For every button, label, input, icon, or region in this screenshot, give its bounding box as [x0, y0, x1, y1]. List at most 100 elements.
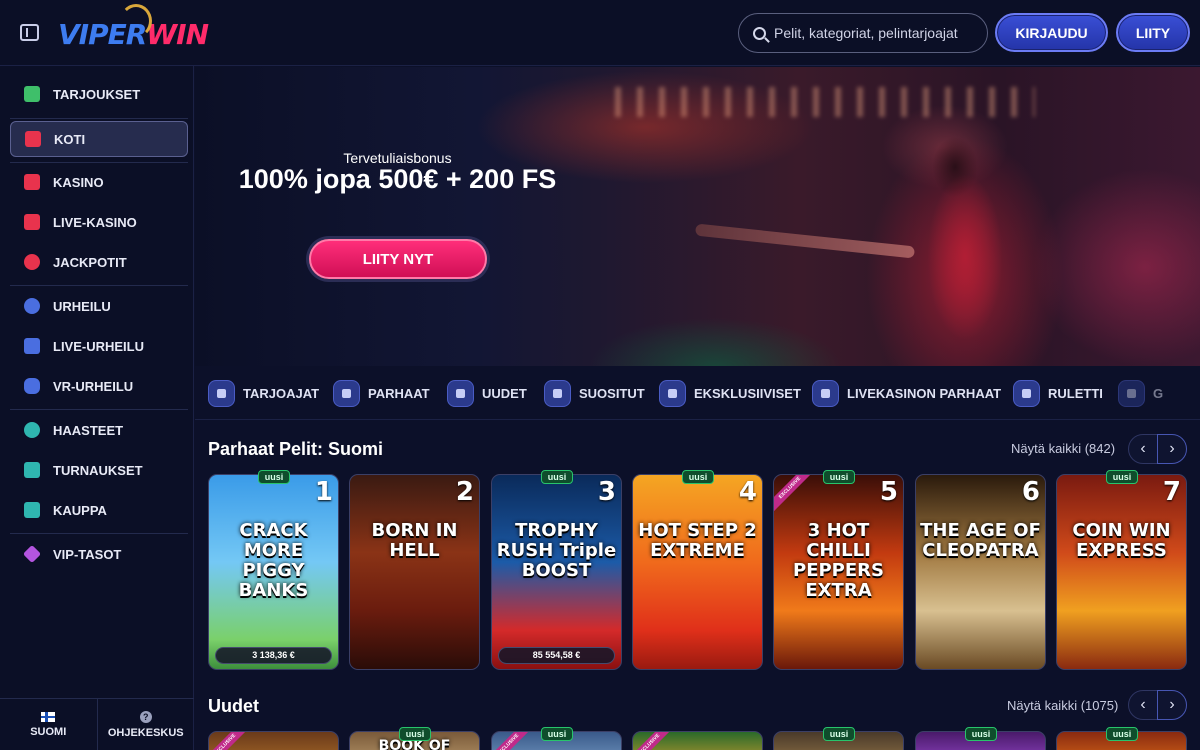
- snake-icon: [120, 4, 152, 38]
- sidebar-item-label: JACKPOTIT: [53, 254, 127, 270]
- cards-icon: [24, 214, 40, 230]
- sidebar-item-label: HAASTEET: [53, 422, 124, 438]
- section-title-top-games: Parhaat Pelit: Suomi: [208, 439, 384, 459]
- language-button[interactable]: SUOMI: [0, 699, 97, 750]
- tab-label: RULETTI: [1048, 385, 1103, 401]
- tab-suositut[interactable]: SUOSITUT: [544, 378, 645, 408]
- sidebar-item-vip-tasot[interactable]: VIP-TASOT: [10, 536, 188, 572]
- game-title: COIN WIN EXPRESS: [1072, 520, 1171, 561]
- sidebar-item-label: KASINO: [53, 174, 104, 190]
- sidebar-item-vr-urheilu[interactable]: VR-URHEILU: [10, 368, 188, 404]
- help-center-button[interactable]: ? OHJEKESKUS: [96, 699, 195, 750]
- sidebar-item-kasino[interactable]: KASINO: [10, 164, 188, 200]
- tab-ruletti[interactable]: RULETTI: [1013, 378, 1103, 408]
- tab-parhaat[interactable]: PARHAAT: [333, 378, 430, 408]
- sidebar-item-live-urheilu[interactable]: LIVE-URHEILU: [10, 328, 188, 364]
- divider: [10, 162, 188, 163]
- sidebar-item-kauppa[interactable]: KAUPPA: [10, 492, 188, 528]
- divider: [10, 409, 188, 410]
- hero-banner[interactable]: Tervetuliaisbonus 100% jopa 500€ + 200 F…: [195, 67, 1200, 366]
- game-title: TROPHY RUSH Triple BOOST: [496, 520, 617, 581]
- logo-text-win: WIN: [146, 17, 209, 51]
- tab-uudet[interactable]: UUDET: [447, 378, 527, 408]
- search-box[interactable]: [738, 13, 988, 53]
- game-card[interactable]: 3 TROPHY RUSH Triple BOOST 85 554,58 €: [491, 474, 622, 670]
- game-card[interactable]: 4 HOT STEP 2 EXTREME: [632, 474, 763, 670]
- new-badge: uusi: [399, 727, 431, 741]
- sidebar-item-urheilu[interactable]: URHEILU: [10, 288, 188, 324]
- game-card[interactable]: EXCLUSIVE: [632, 731, 763, 750]
- new-badge: uusi: [541, 727, 573, 741]
- exclusive-badge: EXCLUSIVE: [633, 732, 674, 750]
- ball-icon: [24, 298, 40, 314]
- new-badge: uusi: [1106, 727, 1138, 741]
- gift-icon: [24, 86, 40, 102]
- sidebar-item-haasteet[interactable]: HAASTEET: [10, 412, 188, 448]
- chevron-right-icon[interactable]: ›: [1157, 434, 1187, 464]
- sidebar-item-tarjoukset[interactable]: TARJOUKSET: [10, 76, 188, 112]
- game-card[interactable]: EXCLUSIVE: [208, 731, 339, 750]
- sidebar-item-turnaukset[interactable]: TURNAUKSET: [10, 452, 188, 488]
- viperwin-logo[interactable]: VIPER WIN: [58, 4, 209, 56]
- language-label: SUOMI: [30, 725, 67, 738]
- game-card[interactable]: 2 BORN IN HELL: [349, 474, 480, 670]
- roulette-icon: [1013, 379, 1040, 407]
- sidebar-item-label: KAUPPA: [53, 502, 107, 518]
- search-input[interactable]: [774, 25, 984, 41]
- game-rank: 6: [1021, 477, 1040, 507]
- home-icon: [25, 131, 41, 147]
- diamond-icon: [22, 544, 42, 564]
- provider-icon: [208, 379, 235, 407]
- divider: [10, 118, 188, 119]
- sidebar-item-label: VIP-TASOT: [53, 546, 122, 562]
- game-card[interactable]: 7 COIN WIN EXPRESS: [1056, 474, 1187, 670]
- join-now-button[interactable]: LIITY NYT: [309, 239, 487, 279]
- jackpot-amount: 85 554,58 €: [498, 647, 615, 664]
- sidebar-item-label: KOTI: [54, 131, 86, 147]
- tab-label: EKSKLUSIIVISET: [694, 385, 801, 401]
- game-title: BORN IN HELL: [371, 520, 458, 561]
- new-badge: uusi: [682, 470, 714, 484]
- sidebar-item-koti[interactable]: KOTI: [10, 121, 188, 157]
- view-all-top-games-link[interactable]: Näytä kaikki (842): [1011, 441, 1115, 456]
- tab-livekasinon-parhaat[interactable]: LIVEKASINON PARHAAT: [812, 378, 1001, 408]
- game-rank: 1: [314, 477, 333, 507]
- diamond-icon: [659, 379, 686, 407]
- sidebar-item-label: URHEILU: [53, 298, 111, 314]
- chevron-right-icon[interactable]: ›: [1157, 690, 1187, 720]
- flame-icon: [544, 379, 571, 407]
- chevron-left-icon[interactable]: ‹: [1128, 690, 1158, 720]
- login-button[interactable]: KIRJAUDU: [995, 13, 1108, 52]
- clover-icon: [24, 254, 40, 270]
- live-casino-icon: [812, 379, 839, 407]
- star-icon: [333, 379, 360, 407]
- tab-label: UUDET: [482, 385, 527, 401]
- divider: [10, 533, 188, 534]
- exclusive-badge: EXCLUSIVE: [209, 732, 250, 750]
- section-title-new-games: Uudet: [208, 696, 259, 716]
- game-card[interactable]: 1 CRACK MORE PIGGY BANKS 3 138,36 €: [208, 474, 339, 670]
- sidebar-item-live-kasino[interactable]: LIVE-KASINO: [10, 204, 188, 240]
- game-card[interactable]: 6 THE AGE OF CLEOPATRA: [915, 474, 1046, 670]
- top-header: VIPERWIN KIRJAUDU LIITY: [0, 0, 1200, 66]
- game-card[interactable]: EXCLUSIVE 5 3 HOT CHILLI PEPPERS EXTRA: [773, 474, 904, 670]
- tab-eksklusiiviset[interactable]: EKSKLUSIIVISET: [659, 378, 801, 408]
- sidebar-toggle-icon[interactable]: [20, 24, 39, 41]
- live-icon: [24, 338, 40, 354]
- join-button[interactable]: LIITY: [1116, 13, 1190, 52]
- new-badge: uusi: [823, 470, 855, 484]
- view-all-new-games-link[interactable]: Näytä kaikki (1075): [1007, 698, 1118, 713]
- new-badge: uusi: [965, 727, 997, 741]
- finland-flag-icon: [41, 711, 56, 722]
- sidebar-item-jackpotit[interactable]: JACKPOTIT: [10, 244, 188, 280]
- game-rank: 7: [1162, 477, 1181, 507]
- tab-tarjoajat[interactable]: TARJOAJAT: [208, 378, 319, 408]
- sidebar-item-label: TURNAUKSET: [53, 462, 143, 478]
- tab-label: TARJOAJAT: [243, 385, 320, 401]
- jackpot-amount: 3 138,36 €: [215, 647, 332, 664]
- hero-figure-arm: [694, 223, 916, 259]
- game-title: 3 HOT CHILLI PEPPERS EXTRA: [793, 520, 884, 601]
- chevron-left-icon[interactable]: ‹: [1128, 434, 1158, 464]
- game-title: THE AGE OF CLEOPATRA: [920, 520, 1041, 561]
- tab-more[interactable]: G: [1118, 378, 1163, 408]
